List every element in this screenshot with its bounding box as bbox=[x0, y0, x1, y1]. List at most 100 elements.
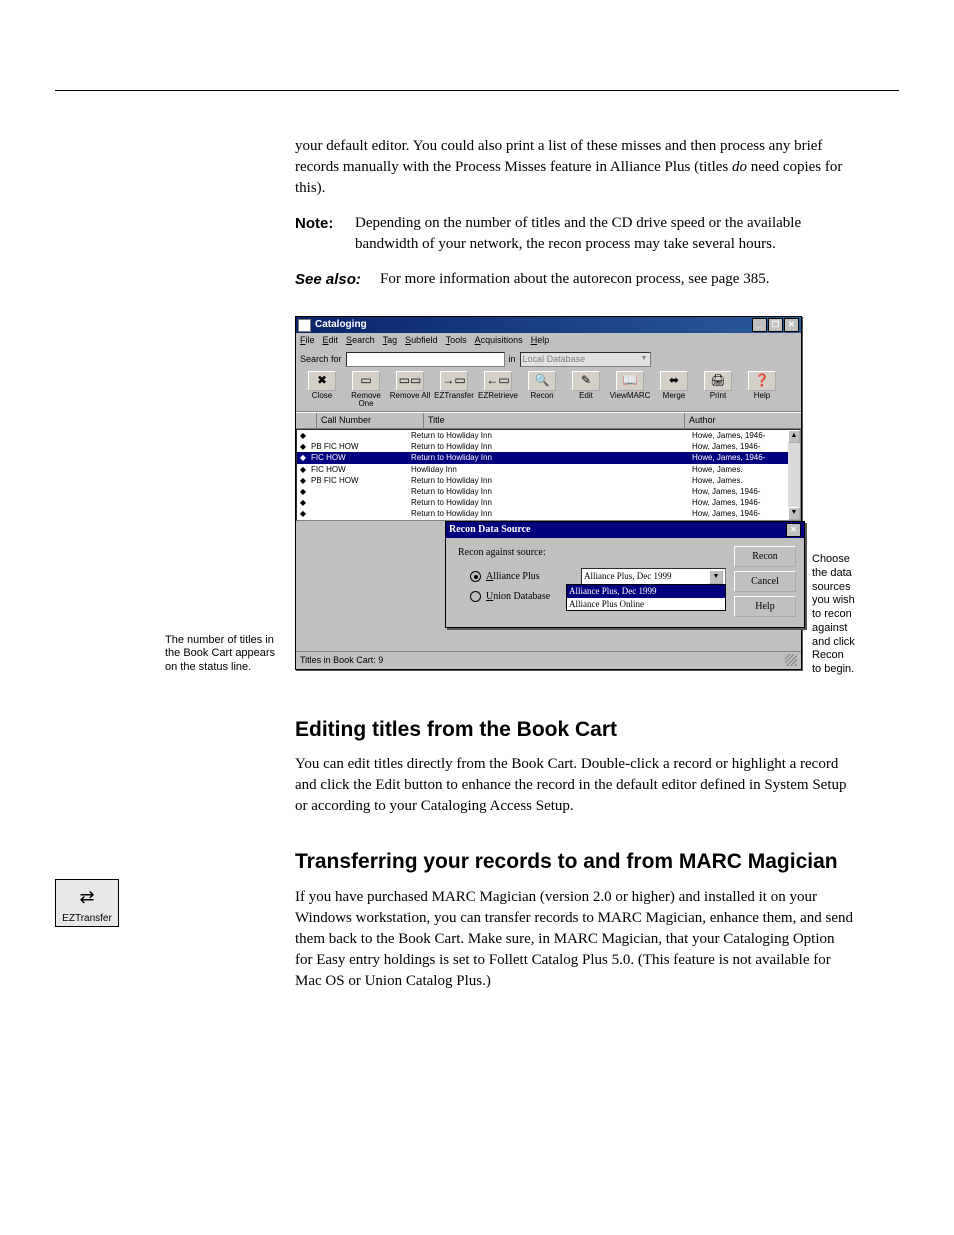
toolbar: Search for in Local Database▼ ✖Close▭Rem… bbox=[296, 348, 801, 413]
see-also-label: See also: bbox=[295, 269, 380, 290]
app-icon bbox=[298, 319, 311, 332]
table-row[interactable]: ◆FIC HOWReturn to Howliday InnHowe, Jame… bbox=[297, 452, 800, 463]
chevron-down-icon: ▼ bbox=[709, 570, 723, 584]
toolbar-icon: ▭▭ bbox=[396, 371, 424, 391]
menu-file[interactable]: File bbox=[300, 334, 315, 347]
cancel-button[interactable]: Cancel bbox=[734, 571, 796, 592]
row-icon: ◆ bbox=[297, 519, 309, 521]
resize-grip-icon[interactable] bbox=[785, 654, 797, 666]
toolbar-recon-button[interactable]: 🔍Recon bbox=[520, 370, 564, 409]
window-titlebar: Cataloging _ ❐ ✕ bbox=[296, 317, 801, 333]
eztransfer-label: EZTransfer bbox=[58, 913, 116, 924]
toolbar-remove-one-button[interactable]: ▭Remove One bbox=[344, 370, 388, 409]
dialog-prompt: Recon against source: bbox=[458, 546, 726, 560]
table-row[interactable]: ◆FIC HOWHowliday InnHowe, James. bbox=[297, 464, 800, 475]
menu-edit[interactable]: Edit bbox=[323, 334, 339, 347]
recon-dialog: Recon Data Source ✕ Recon against source… bbox=[445, 521, 805, 628]
maximize-button[interactable]: ❐ bbox=[768, 318, 783, 332]
screenshot-figure: The number of titles in the Book Cart ap… bbox=[295, 316, 855, 677]
note-text: Depending on the number of titles and th… bbox=[355, 213, 855, 255]
table-row[interactable]: ◆Return to Howliday InnHow, James, 1946- bbox=[297, 497, 800, 508]
search-for-label: Search for bbox=[300, 353, 342, 366]
menu-help[interactable]: Help bbox=[531, 334, 550, 347]
eztransfer-margin-icon: ⇄ EZTransfer bbox=[55, 879, 119, 927]
arrows-icon: ⇄ bbox=[67, 883, 107, 911]
intro-em: do bbox=[732, 159, 747, 175]
heading-editing-titles: Editing titles from the Book Cart bbox=[295, 715, 855, 744]
dialog-close-button[interactable]: ✕ bbox=[786, 523, 801, 537]
table-row[interactable]: ◆Return to Howliday InnHow, James, 1946- bbox=[297, 486, 800, 497]
heading-transferring: Transferring your records to and from MA… bbox=[295, 847, 855, 876]
toolbar-icon: ⬌ bbox=[660, 371, 688, 391]
row-icon: ◆ bbox=[297, 464, 309, 475]
toolbar-icon: →▭ bbox=[440, 371, 468, 391]
row-icon: ◆ bbox=[297, 430, 309, 441]
dropdown-item[interactable]: Alliance Plus, Dec 1999 bbox=[567, 585, 725, 598]
dialog-titlebar: Recon Data Source ✕ bbox=[446, 522, 804, 538]
table-row[interactable]: ◆Return to Howliday InnHowe, James, 1946… bbox=[297, 430, 800, 441]
toolbar-icon: ✎ bbox=[572, 371, 600, 391]
row-icon: ◆ bbox=[297, 508, 309, 519]
scrollbar[interactable]: ▲▼ bbox=[788, 430, 800, 520]
col-call-number[interactable]: Call Number bbox=[317, 413, 424, 428]
radio-alliance-label[interactable]: Alliance Plus bbox=[486, 570, 581, 584]
dropdown-item[interactable]: Alliance Plus Online bbox=[567, 598, 725, 611]
menu-acquisitions[interactable]: Acquisitions bbox=[475, 334, 523, 347]
row-icon: ◆ bbox=[297, 452, 309, 463]
row-icon: ◆ bbox=[297, 486, 309, 497]
figure-caption-right: Choose the data sources you wish to reco… bbox=[812, 316, 855, 677]
status-text: Titles in Book Cart: 9 bbox=[300, 654, 383, 667]
table-row[interactable]: ◆PB FIC HOWReturn to Howliday InnHow, Ja… bbox=[297, 441, 800, 452]
help-button[interactable]: Help bbox=[734, 596, 796, 617]
toolbar-print-button[interactable]: 🖨Print bbox=[696, 370, 740, 409]
row-icon: ◆ bbox=[297, 475, 309, 486]
toolbar-edit-button[interactable]: ✎Edit bbox=[564, 370, 608, 409]
note-block: Note: Depending on the number of titles … bbox=[295, 213, 855, 255]
alliance-dropdown-list[interactable]: Alliance Plus, Dec 1999 Alliance Plus On… bbox=[566, 584, 726, 611]
row-icon: ◆ bbox=[297, 497, 309, 508]
toolbar-icon: 📖 bbox=[616, 371, 644, 391]
toolbar-ezretrieve-button[interactable]: ←▭EZRetrieve bbox=[476, 370, 520, 409]
in-select[interactable]: Local Database▼ bbox=[520, 352, 651, 367]
menu-bar: File Edit Search Tag Subfield Tools Acqu… bbox=[296, 333, 801, 348]
table-row[interactable]: ◆Return to Howliday InnHow, James, 1946- bbox=[297, 508, 800, 519]
toolbar-close-button[interactable]: ✖Close bbox=[300, 370, 344, 409]
figure-caption-left: The number of titles in the Book Cart ap… bbox=[165, 634, 290, 675]
editing-titles-paragraph: You can edit titles directly from the Bo… bbox=[295, 754, 855, 817]
window-title: Cataloging bbox=[315, 318, 367, 332]
close-button[interactable]: ✕ bbox=[784, 318, 799, 332]
col-title[interactable]: Title bbox=[424, 413, 685, 428]
minimize-button[interactable]: _ bbox=[752, 318, 767, 332]
toolbar-remove-all-button[interactable]: ▭▭Remove All bbox=[388, 370, 432, 409]
col-author[interactable]: Author bbox=[685, 413, 801, 428]
intro-paragraph: your default editor. You could also prin… bbox=[295, 136, 855, 199]
row-icon: ◆ bbox=[297, 441, 309, 452]
toolbar-merge-button[interactable]: ⬌Merge bbox=[652, 370, 696, 409]
menu-tools[interactable]: Tools bbox=[446, 334, 467, 347]
search-input[interactable] bbox=[346, 352, 505, 367]
toolbar-eztransfer-button[interactable]: →▭EZTransfer bbox=[432, 370, 476, 409]
chevron-down-icon: ▼ bbox=[641, 354, 648, 364]
page-rule bbox=[55, 90, 899, 91]
toolbar-viewmarc-button[interactable]: 📖ViewMARC bbox=[608, 370, 652, 409]
toolbar-icon: 🖨 bbox=[704, 371, 732, 391]
toolbar-help-button[interactable]: ❓Help bbox=[740, 370, 784, 409]
status-bar: Titles in Book Cart: 9 bbox=[296, 651, 801, 669]
table-row[interactable]: ◆PB FIC HOWReturn to Howliday InnHowe, J… bbox=[297, 475, 800, 486]
menu-subfield[interactable]: Subfield bbox=[405, 334, 438, 347]
dialog-title: Recon Data Source bbox=[449, 523, 530, 537]
radio-alliance-plus[interactable] bbox=[470, 571, 481, 582]
toolbar-icon: ❓ bbox=[748, 371, 776, 391]
see-also-block: See also: For more information about the… bbox=[295, 269, 855, 290]
toolbar-icon: ←▭ bbox=[484, 371, 512, 391]
see-also-text: For more information about the autorecon… bbox=[380, 269, 855, 290]
alliance-combo[interactable]: Alliance Plus, Dec 1999▼ bbox=[581, 568, 726, 585]
in-label: in bbox=[509, 353, 516, 366]
note-label: Note: bbox=[295, 213, 355, 255]
transferring-paragraph: If you have purchased MARC Magician (ver… bbox=[295, 887, 855, 992]
menu-tag[interactable]: Tag bbox=[383, 334, 398, 347]
recon-button[interactable]: Recon bbox=[734, 546, 796, 567]
menu-search[interactable]: Search bbox=[346, 334, 375, 347]
list-body: ◆Return to Howliday InnHowe, James, 1946… bbox=[296, 429, 801, 521]
radio-union-database[interactable] bbox=[470, 591, 481, 602]
